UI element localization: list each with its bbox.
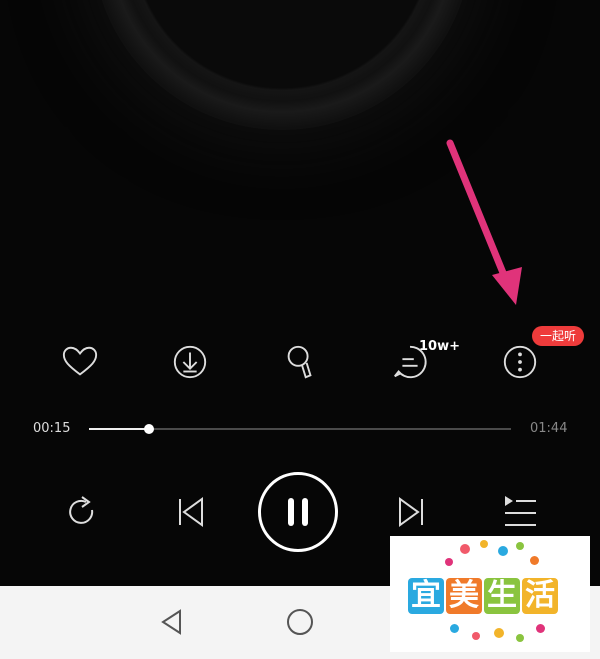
progress-bar[interactable] [89,424,511,434]
back-button[interactable] [156,606,188,638]
watermark-char: 美 [446,578,482,614]
home-icon [287,609,313,635]
comment-count: 10w+ [419,339,460,354]
sing-button[interactable] [280,342,320,382]
watermark-char: 生 [484,578,520,614]
action-bar [0,330,600,390]
playlist-button[interactable] [498,490,542,534]
watermark-char: 活 [522,578,558,614]
more-vertical-icon [503,345,537,379]
next-icon [399,497,423,527]
player-screen: 10w+ 一起听 00:15 01:44 [0,0,600,586]
more-button[interactable] [500,342,540,382]
progress-thumb[interactable] [144,424,155,434]
like-button[interactable] [60,342,100,382]
current-time: 00:15 [33,421,71,436]
pause-button[interactable] [258,472,338,552]
vinyl-record [92,0,472,130]
playlist-icon [505,496,536,526]
listen-together-badge[interactable]: 一起听 [532,326,585,346]
repeat-button[interactable] [58,490,102,534]
repeat-icon [69,496,94,524]
download-icon [173,345,207,379]
microphone-icon [287,345,312,379]
download-button[interactable] [170,342,210,382]
watermark-char: 宜 [408,578,444,614]
pause-icon [288,498,308,526]
previous-icon [179,497,203,527]
back-icon [161,609,181,635]
progress-fill [89,428,150,430]
annotation-arrow [446,139,522,305]
next-button[interactable] [390,490,434,534]
total-time: 01:44 [530,421,568,436]
heart-icon [62,346,98,376]
home-button[interactable] [284,606,316,638]
previous-button[interactable] [168,490,212,534]
watermark-logo: 宜 美 生 活 [390,536,590,652]
